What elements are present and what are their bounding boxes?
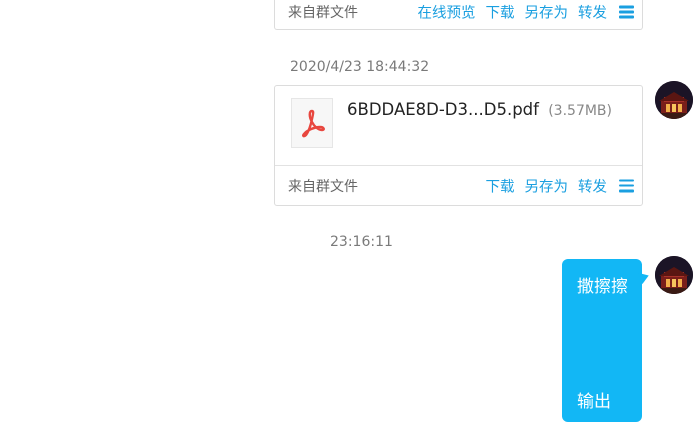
message-text-line: 撒擦擦 [577,277,628,297]
file-message-card-previous: 来自群文件 在线预览 下载 另存为 转发 [274,0,643,30]
sender-avatar[interactable] [655,256,693,294]
file-actions: 在线预览 下载 另存为 转发 [418,2,634,23]
file-card-footer: 来自群文件 下载 另存为 转发 [275,165,642,205]
file-actions: 下载 另存为 转发 [486,175,634,196]
sender-avatar[interactable] [655,81,693,119]
save-as-link[interactable]: 另存为 [525,175,569,196]
pdf-icon [301,109,325,138]
more-menu-icon[interactable] [619,179,634,192]
file-size: (3.57MB) [548,103,612,119]
more-menu-icon[interactable] [619,5,634,19]
forward-link[interactable]: 转发 [578,175,607,196]
file-thumbnail[interactable] [291,98,333,148]
forward-link[interactable]: 转发 [578,2,607,23]
text-message-bubble[interactable]: 撒擦擦 输出 [562,259,651,422]
download-link[interactable]: 下载 [486,175,515,196]
message-text-line: 输出 [577,392,611,412]
save-as-link[interactable]: 另存为 [525,2,569,23]
avatar-image-icon [655,256,693,294]
avatar-image-icon [655,81,693,119]
message-timestamp: 2020/4/23 18:44:32 [290,59,430,75]
file-source-label: 来自群文件 [288,178,358,195]
preview-online-link[interactable]: 在线预览 [418,2,476,23]
file-message-card[interactable]: 6BDDAE8D-D3...D5.pdf (3.57MB) 来自群文件 下载 另… [274,85,643,206]
file-source-label: 来自群文件 [288,5,358,21]
bubble-tail [638,269,651,285]
message-timestamp: 23:16:11 [330,234,393,250]
file-name[interactable]: 6BDDAE8D-D3...D5.pdf [347,100,539,119]
file-card-footer: 来自群文件 在线预览 下载 另存为 转发 [275,0,642,29]
download-link[interactable]: 下载 [486,2,515,23]
